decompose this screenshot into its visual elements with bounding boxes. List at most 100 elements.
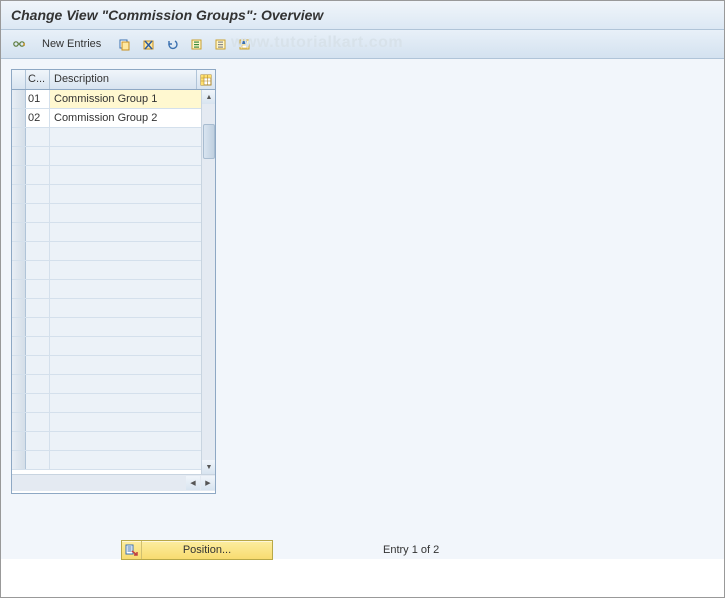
table-row[interactable]: 02Commission Group 2 (12, 109, 201, 128)
cell-description[interactable]: Commission Group 2 (50, 109, 201, 127)
cell-code[interactable] (26, 356, 50, 374)
select-all-button[interactable] (186, 34, 206, 54)
table-settings-button[interactable] (197, 70, 215, 89)
cell-code[interactable] (26, 242, 50, 260)
row-selector[interactable] (12, 185, 26, 203)
column-selector[interactable] (12, 70, 26, 89)
cell-description[interactable] (50, 261, 201, 279)
cell-description[interactable] (50, 451, 201, 469)
row-selector[interactable] (12, 242, 26, 260)
cell-code[interactable]: 01 (26, 90, 50, 108)
row-selector[interactable] (12, 299, 26, 317)
cell-code[interactable] (26, 204, 50, 222)
cell-description[interactable] (50, 185, 201, 203)
row-selector[interactable] (12, 166, 26, 184)
cell-code[interactable] (26, 413, 50, 431)
copy-button[interactable] (114, 34, 134, 54)
row-selector[interactable] (12, 394, 26, 412)
table-row-empty[interactable] (12, 147, 201, 166)
toggle-button[interactable] (9, 34, 29, 54)
column-description[interactable]: Description (50, 70, 197, 89)
row-selector[interactable] (12, 451, 26, 469)
cell-description[interactable] (50, 223, 201, 241)
table-row-empty[interactable] (12, 242, 201, 261)
table-row-empty[interactable] (12, 356, 201, 375)
scroll-right-button[interactable]: ▶ (201, 476, 215, 490)
cell-description[interactable] (50, 337, 201, 355)
cell-description[interactable] (50, 204, 201, 222)
table-row-empty[interactable] (12, 318, 201, 337)
cell-description[interactable] (50, 280, 201, 298)
row-selector[interactable] (12, 261, 26, 279)
cell-description[interactable] (50, 318, 201, 336)
new-entries-button[interactable]: New Entries (33, 35, 110, 53)
table-row-empty[interactable] (12, 299, 201, 318)
cell-code[interactable] (26, 432, 50, 450)
row-selector[interactable] (12, 318, 26, 336)
cell-description[interactable]: Commission Group 1 (50, 90, 201, 108)
row-selector[interactable] (12, 223, 26, 241)
cell-code[interactable] (26, 451, 50, 469)
cell-code[interactable]: 02 (26, 109, 50, 127)
scroll-track[interactable] (202, 104, 215, 460)
row-selector[interactable] (12, 413, 26, 431)
row-selector[interactable] (12, 204, 26, 222)
cell-code[interactable] (26, 128, 50, 146)
cell-code[interactable] (26, 185, 50, 203)
cell-code[interactable] (26, 261, 50, 279)
table-row-empty[interactable] (12, 223, 201, 242)
position-button[interactable]: Position... (121, 540, 273, 560)
vertical-scrollbar[interactable]: ▲ ▼ (201, 90, 215, 474)
row-selector[interactable] (12, 356, 26, 374)
cell-code[interactable] (26, 318, 50, 336)
delete-button[interactable] (138, 34, 158, 54)
column-code[interactable]: C... (26, 70, 50, 89)
cell-description[interactable] (50, 432, 201, 450)
table-row-empty[interactable] (12, 337, 201, 356)
row-selector[interactable] (12, 109, 26, 127)
cell-code[interactable] (26, 337, 50, 355)
table-row-empty[interactable] (12, 280, 201, 299)
row-selector[interactable] (12, 147, 26, 165)
scroll-down-button[interactable]: ▼ (202, 460, 215, 474)
cell-code[interactable] (26, 394, 50, 412)
table-row-empty[interactable] (12, 375, 201, 394)
cell-description[interactable] (50, 356, 201, 374)
deselect-all-button[interactable] (210, 34, 230, 54)
row-selector[interactable] (12, 375, 26, 393)
cell-description[interactable] (50, 166, 201, 184)
scroll-up-button[interactable]: ▲ (202, 90, 215, 104)
table-row-empty[interactable] (12, 432, 201, 451)
table-row-empty[interactable] (12, 128, 201, 147)
cell-description[interactable] (50, 413, 201, 431)
table-row-empty[interactable] (12, 261, 201, 280)
row-selector[interactable] (12, 337, 26, 355)
table-row-empty[interactable] (12, 204, 201, 223)
cell-code[interactable] (26, 147, 50, 165)
table-row-empty[interactable] (12, 394, 201, 413)
scroll-left-button[interactable]: ◀ (186, 476, 200, 490)
table-row-empty[interactable] (12, 166, 201, 185)
cell-description[interactable] (50, 299, 201, 317)
cell-description[interactable] (50, 375, 201, 393)
table-row-empty[interactable] (12, 185, 201, 204)
row-selector[interactable] (12, 90, 26, 108)
row-selector[interactable] (12, 280, 26, 298)
row-selector[interactable] (12, 128, 26, 146)
cell-description[interactable] (50, 128, 201, 146)
table-row[interactable]: 01Commission Group 1 (12, 90, 201, 109)
cell-description[interactable] (50, 147, 201, 165)
cell-code[interactable] (26, 299, 50, 317)
horizontal-scrollbar[interactable]: ◀ ▶ (12, 474, 215, 491)
row-selector[interactable] (12, 432, 26, 450)
cell-code[interactable] (26, 375, 50, 393)
cell-code[interactable] (26, 280, 50, 298)
undo-button[interactable] (162, 34, 182, 54)
scroll-thumb[interactable] (203, 124, 215, 159)
table-row-empty[interactable] (12, 413, 201, 432)
cell-description[interactable] (50, 242, 201, 260)
cell-code[interactable] (26, 223, 50, 241)
cell-code[interactable] (26, 166, 50, 184)
table-row-empty[interactable] (12, 451, 201, 470)
cell-description[interactable] (50, 394, 201, 412)
